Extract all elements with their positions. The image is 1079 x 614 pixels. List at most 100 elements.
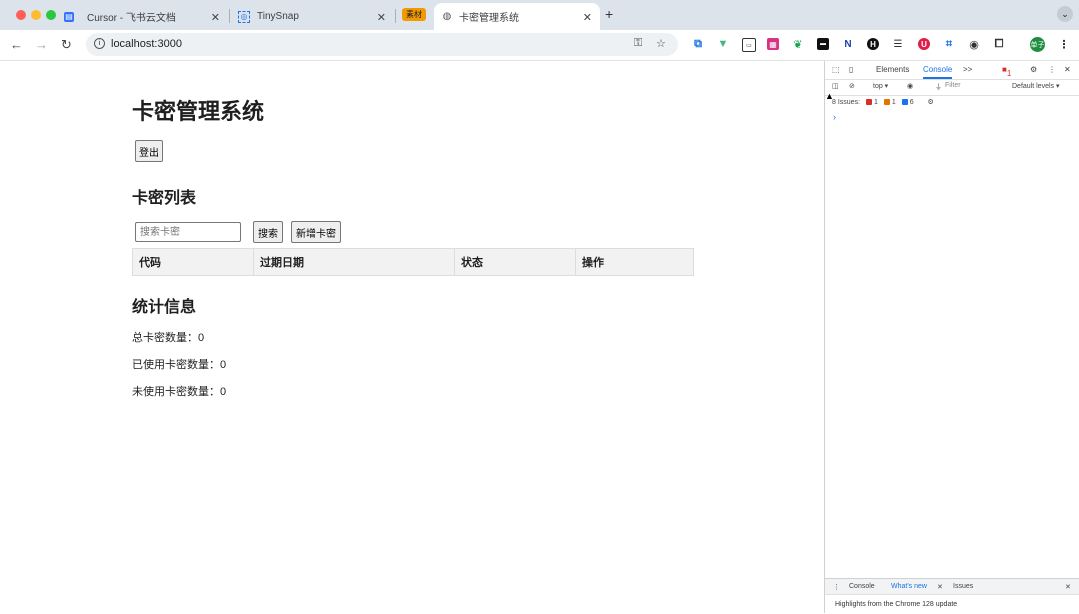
stat-total: 总卡密数量：0 [132, 329, 204, 345]
extensions-puzzle-icon[interactable]: ⧠ [993, 38, 1005, 50]
stat-label: 总卡密数量： [132, 332, 198, 344]
gear-icon[interactable]: ⚙ [928, 99, 934, 106]
context-selector[interactable]: top ▾ [873, 82, 888, 90]
column-header-status: 状态 [454, 248, 576, 276]
column-header-code: 代码 [132, 248, 254, 276]
clear-console-icon[interactable]: ⊘ [849, 82, 855, 90]
crop-icon[interactable]: ⧉ [692, 38, 704, 50]
search-input[interactable] [135, 222, 241, 242]
tab-strip: ▤ Cursor - 飞书云文档 ✕ ◎ TinySnap ✕ 素材 ◍ 卡密管… [0, 0, 1079, 30]
tab-cursor-doc[interactable]: ▤ Cursor - 飞书云文档 ✕ [64, 3, 228, 30]
tab-title: Cursor - 飞书云文档 [87, 13, 176, 24]
info-icon[interactable]: i [94, 38, 105, 49]
red-extension-icon[interactable]: U [918, 38, 930, 50]
tab-tinysnap[interactable]: ◎ TinySnap ✕ [230, 3, 394, 30]
new-tab-button[interactable]: + [605, 6, 613, 22]
issue-count-info: 6 [909, 99, 914, 106]
vue-icon[interactable]: ▼ [717, 38, 729, 50]
card-table: 代码 过期日期 状态 操作 [132, 248, 694, 276]
close-window-button[interactable] [16, 10, 26, 20]
info-issue-icon [901, 99, 908, 106]
minimize-window-button[interactable] [31, 10, 41, 20]
tab-separator [395, 9, 396, 23]
tab-console[interactable]: Console [923, 65, 953, 79]
circle-extension-icon[interactable]: ◉ [968, 38, 980, 51]
drawer-tab-console[interactable]: Console [849, 583, 875, 590]
close-icon[interactable]: ✕ [211, 11, 220, 24]
devtools-drawer: ⋮ Console What's new ✕ Issues ✕ Highligh… [825, 578, 1079, 614]
log-levels-dropdown[interactable]: Default levels ▾ [1012, 82, 1059, 90]
drawer-tab-whats-new[interactable]: What's new [891, 583, 927, 590]
tab-card-system[interactable]: ◍ 卡密管理系统 ✕ [434, 3, 600, 30]
menu-dots-icon[interactable]: ⋮ [833, 583, 840, 591]
drawer-tabs: ⋮ Console What's new ✕ Issues ✕ [825, 579, 1079, 595]
devtools-tabs: ⬚ ▯ Elements Console >> ■ 1 ⚙ ⋮ ✕ [825, 61, 1079, 80]
filter-input[interactable]: Filter [945, 82, 961, 89]
back-arrow-icon[interactable]: ← [10, 37, 23, 52]
column-header-expiry: 过期日期 [253, 248, 455, 276]
h-extension-icon[interactable]: H [867, 38, 879, 50]
issues-label: 8 Issues: [832, 99, 861, 106]
pink-extension-icon[interactable]: ▦ [767, 38, 779, 50]
close-icon[interactable]: ✕ [377, 11, 386, 24]
add-card-button[interactable]: 新增卡密 [291, 221, 341, 243]
close-icon[interactable]: ✕ [1065, 583, 1071, 591]
filter-icon: ⏚ [935, 84, 942, 91]
close-icon[interactable]: ✕ [937, 583, 943, 591]
key-icon[interactable]: ⚿ [634, 37, 642, 50]
profile-avatar[interactable]: 单子 [1030, 37, 1045, 52]
sliders-icon[interactable]: ☰ [892, 38, 904, 50]
column-header-actions: 操作 [575, 248, 694, 276]
stat-unused: 未使用卡密数量：0 [132, 383, 226, 399]
page-title: 卡密管理系统 [132, 99, 265, 124]
stat-value: 0 [220, 386, 227, 398]
console-prompt[interactable]: › [833, 112, 836, 122]
tinysnap-icon: ◎ [238, 10, 250, 23]
mini-extension-icon[interactable]: ▬ [817, 38, 829, 50]
logout-button[interactable]: 登出 [135, 140, 163, 162]
more-tabs-button[interactable]: >> [963, 65, 972, 74]
card-list-heading: 卡密列表 [132, 190, 197, 207]
error-issue-icon [865, 99, 872, 106]
device-toggle-icon[interactable]: ▯ [849, 65, 853, 74]
issue-count-error: 1 [873, 99, 878, 106]
leaf-extension-icon[interactable]: ❦ [792, 38, 804, 51]
address-bar[interactable]: i localhost:3000 ⚿ ☆ [86, 33, 678, 56]
tab-group-label[interactable]: 素材 [402, 8, 426, 21]
globe-icon: ◍ [442, 11, 452, 22]
stat-label: 已使用卡密数量： [132, 359, 220, 371]
close-icon[interactable]: ✕ [583, 11, 592, 24]
tab-title: 卡密管理系统 [459, 13, 519, 24]
n-extension-icon[interactable]: N [842, 38, 854, 50]
menu-dots-icon[interactable]: ⋮ [1048, 65, 1056, 74]
console-toolbar: ◫ ⊘ top ▾ ◉ ⏚ Filter Default levels ▾ [825, 79, 1079, 96]
address-url: localhost:3000 [111, 38, 182, 50]
search-button[interactable]: 搜索 [253, 221, 283, 243]
error-count-badge[interactable]: ■ 1 [1002, 65, 1011, 78]
eye-icon[interactable]: ◉ [907, 82, 913, 90]
box-extension-icon[interactable]: ▭ [742, 38, 756, 52]
forward-arrow-icon[interactable]: → [35, 37, 48, 52]
inspect-icon[interactable]: ⬚ [832, 65, 840, 74]
reload-icon[interactable]: ↻ [61, 37, 72, 53]
stat-value: 0 [220, 359, 227, 371]
close-icon[interactable]: ✕ [1064, 65, 1071, 74]
tab-title: TinySnap [257, 11, 299, 22]
stat-used: 已使用卡密数量：0 [132, 356, 226, 372]
grid-extension-icon[interactable]: ⌗ [943, 38, 955, 50]
sidebar-toggle-icon[interactable]: ◫ [832, 82, 839, 90]
drawer-tab-issues[interactable]: Issues [953, 583, 973, 590]
stat-label: 未使用卡密数量： [132, 386, 220, 398]
gear-icon[interactable]: ⚙ [1030, 65, 1037, 74]
error-count: 1 [1006, 69, 1012, 78]
issue-count-warning: 1 [891, 99, 896, 106]
star-icon[interactable]: ☆ [656, 37, 666, 50]
tab-elements[interactable]: Elements [876, 65, 909, 74]
issues-summary[interactable]: 8 Issues: 1 1 6 ⚙ [832, 98, 934, 106]
menu-dots-icon[interactable]: ⋮ [1058, 38, 1070, 51]
doc-icon: ▤ [64, 11, 74, 22]
whats-new-message: Highlights from the Chrome 128 update [835, 601, 958, 608]
chevron-down-icon[interactable]: ⌄ [1057, 6, 1073, 22]
stats-heading: 统计信息 [132, 299, 197, 316]
maximize-window-button[interactable] [46, 10, 56, 20]
